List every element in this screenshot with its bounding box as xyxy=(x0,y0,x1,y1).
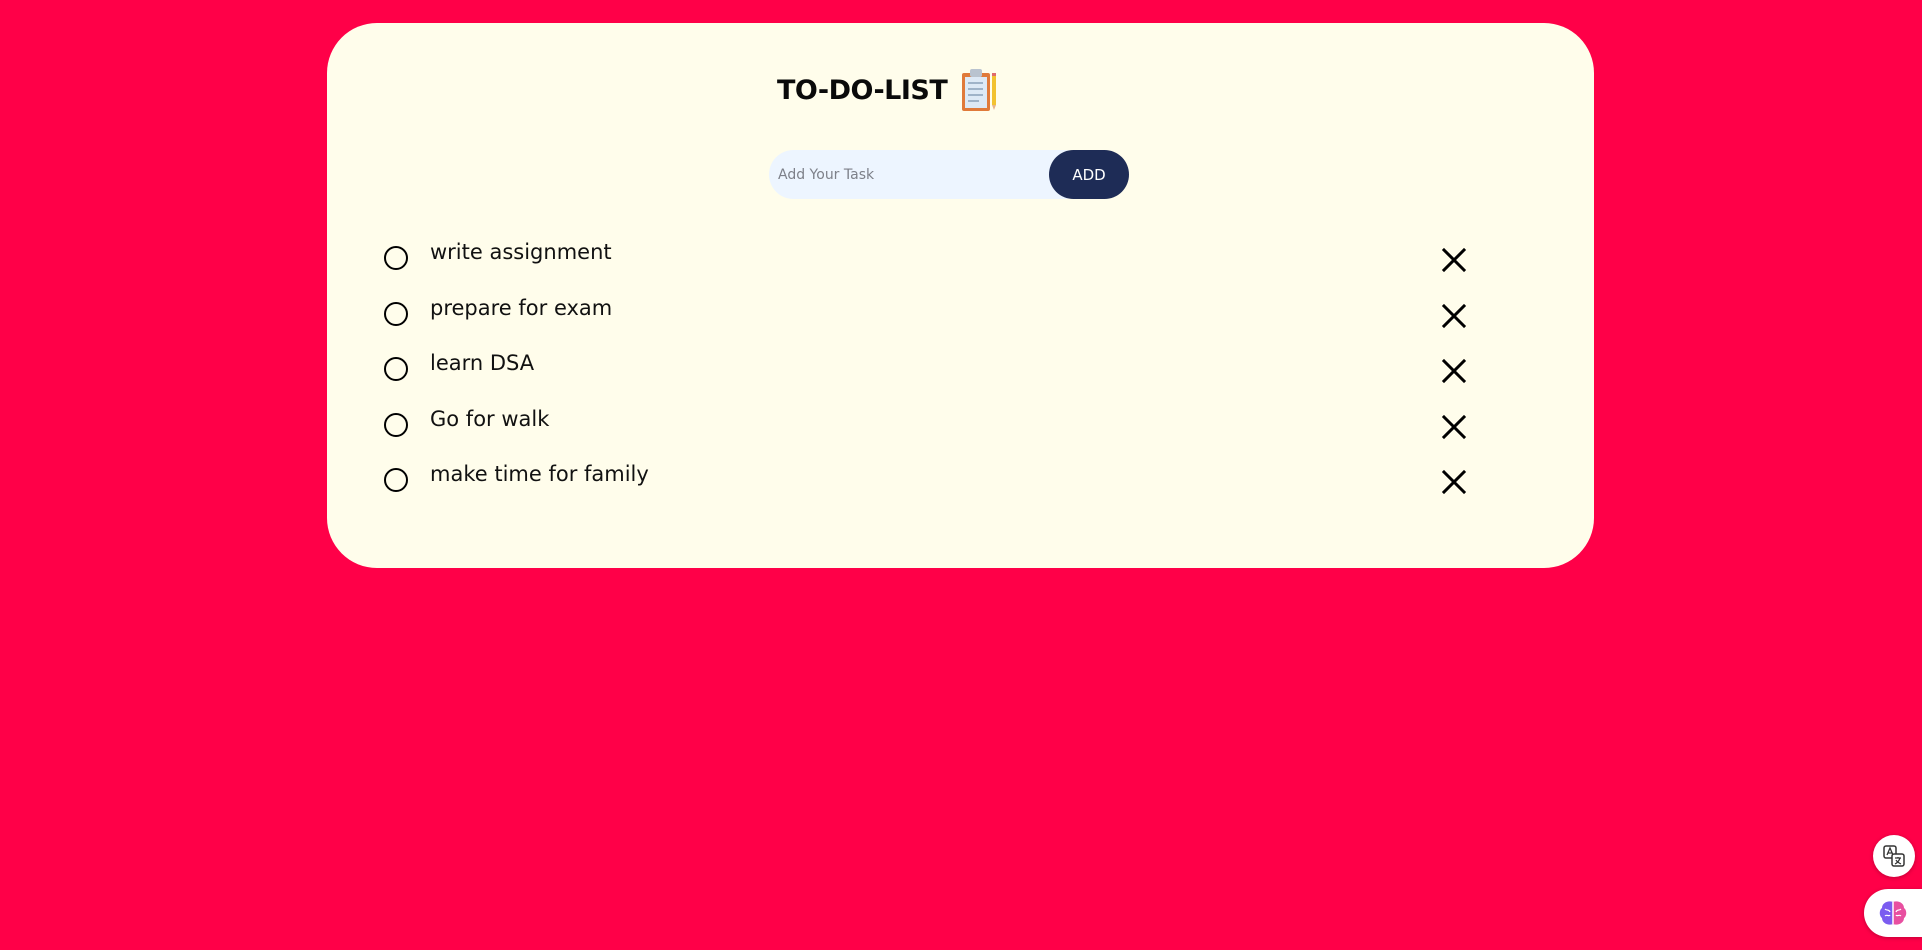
unchecked-circle-icon[interactable] xyxy=(384,246,408,270)
task-item[interactable]: Go for walk xyxy=(384,404,1504,460)
brain-icon xyxy=(1879,901,1907,925)
page-title: TO-DO-LIST xyxy=(777,74,948,106)
task-label: prepare for exam xyxy=(430,295,613,320)
close-icon[interactable] xyxy=(1441,303,1467,329)
close-icon[interactable] xyxy=(1441,414,1467,440)
clipboard-icon xyxy=(962,69,997,111)
todo-card: TO-DO-LIST ADD write assignment prepare … xyxy=(327,23,1594,568)
task-label: Go for walk xyxy=(430,406,550,431)
task-label: make time for family xyxy=(430,462,649,486)
task-item[interactable]: learn DSA xyxy=(384,348,1504,404)
task-label: write assignment xyxy=(430,240,612,264)
assistant-button[interactable] xyxy=(1864,889,1922,937)
task-label: learn DSA xyxy=(430,351,535,375)
unchecked-circle-icon[interactable] xyxy=(384,357,408,381)
close-icon[interactable] xyxy=(1441,358,1467,384)
task-item[interactable]: write assignment xyxy=(384,237,1504,293)
task-item[interactable]: prepare for exam xyxy=(384,293,1504,349)
close-icon[interactable] xyxy=(1441,247,1467,273)
add-button[interactable]: ADD xyxy=(1049,150,1129,199)
close-icon[interactable] xyxy=(1441,469,1467,495)
app-header: TO-DO-LIST xyxy=(777,67,999,113)
task-input[interactable] xyxy=(769,150,1089,199)
translate-icon xyxy=(1883,845,1905,867)
task-list: write assignment prepare for exam learn … xyxy=(384,237,1504,515)
translate-button[interactable] xyxy=(1873,835,1915,877)
task-item[interactable]: make time for family xyxy=(384,459,1504,515)
unchecked-circle-icon[interactable] xyxy=(384,301,408,326)
unchecked-circle-icon[interactable] xyxy=(384,412,408,437)
unchecked-circle-icon[interactable] xyxy=(384,468,408,492)
